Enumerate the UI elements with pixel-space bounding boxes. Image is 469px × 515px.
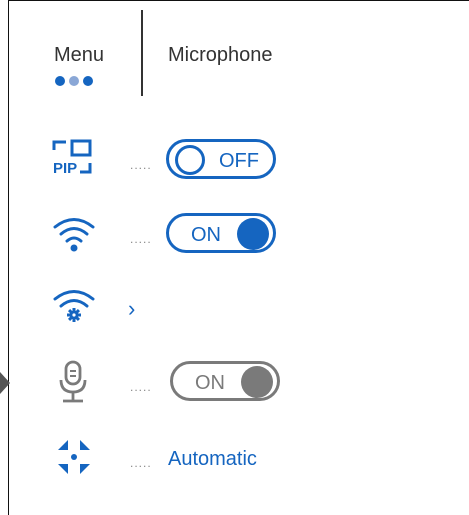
auto-mode-value[interactable]: Automatic xyxy=(168,448,257,471)
toggle-label: ON xyxy=(191,224,221,246)
wifi-icon xyxy=(53,218,95,252)
dot-1 xyxy=(55,76,65,86)
dot-2 xyxy=(69,76,79,86)
chevron-right-icon[interactable]: › xyxy=(128,296,135,322)
pip-toggle[interactable]: OFF xyxy=(166,139,276,179)
microphone-toggle[interactable]: ON xyxy=(170,361,280,401)
menu-dots-icon[interactable] xyxy=(55,76,93,86)
wifi-settings-row[interactable]: › xyxy=(0,284,469,334)
pip-icon-text: PIP xyxy=(53,160,77,177)
leader-dots: ..... xyxy=(130,232,152,246)
wifi-row: ..... ON xyxy=(0,212,469,262)
toggle-knob xyxy=(175,145,205,175)
pip-row: PIP ..... OFF xyxy=(0,138,469,188)
toggle-knob xyxy=(241,366,273,398)
header-divider xyxy=(141,10,143,96)
leader-dots: ..... xyxy=(130,456,152,470)
microphone-row: ..... ON xyxy=(0,360,469,410)
microphone-icon xyxy=(59,360,87,403)
toggle-label: ON xyxy=(195,372,225,394)
dot-3 xyxy=(83,76,93,86)
leader-dots: ..... xyxy=(130,380,152,394)
wifi-toggle[interactable]: ON xyxy=(166,213,276,253)
leader-dots: ..... xyxy=(130,158,152,172)
page-title: Microphone xyxy=(168,44,273,66)
menu-label[interactable]: Menu xyxy=(54,44,104,67)
auto-mode-row[interactable]: ..... Automatic xyxy=(0,436,469,486)
toggle-label: OFF xyxy=(219,150,259,172)
pip-icon: PIP xyxy=(52,139,92,177)
auto-mode-icon xyxy=(58,440,90,474)
toggle-knob xyxy=(237,218,269,250)
wifi-settings-icon xyxy=(53,290,95,322)
